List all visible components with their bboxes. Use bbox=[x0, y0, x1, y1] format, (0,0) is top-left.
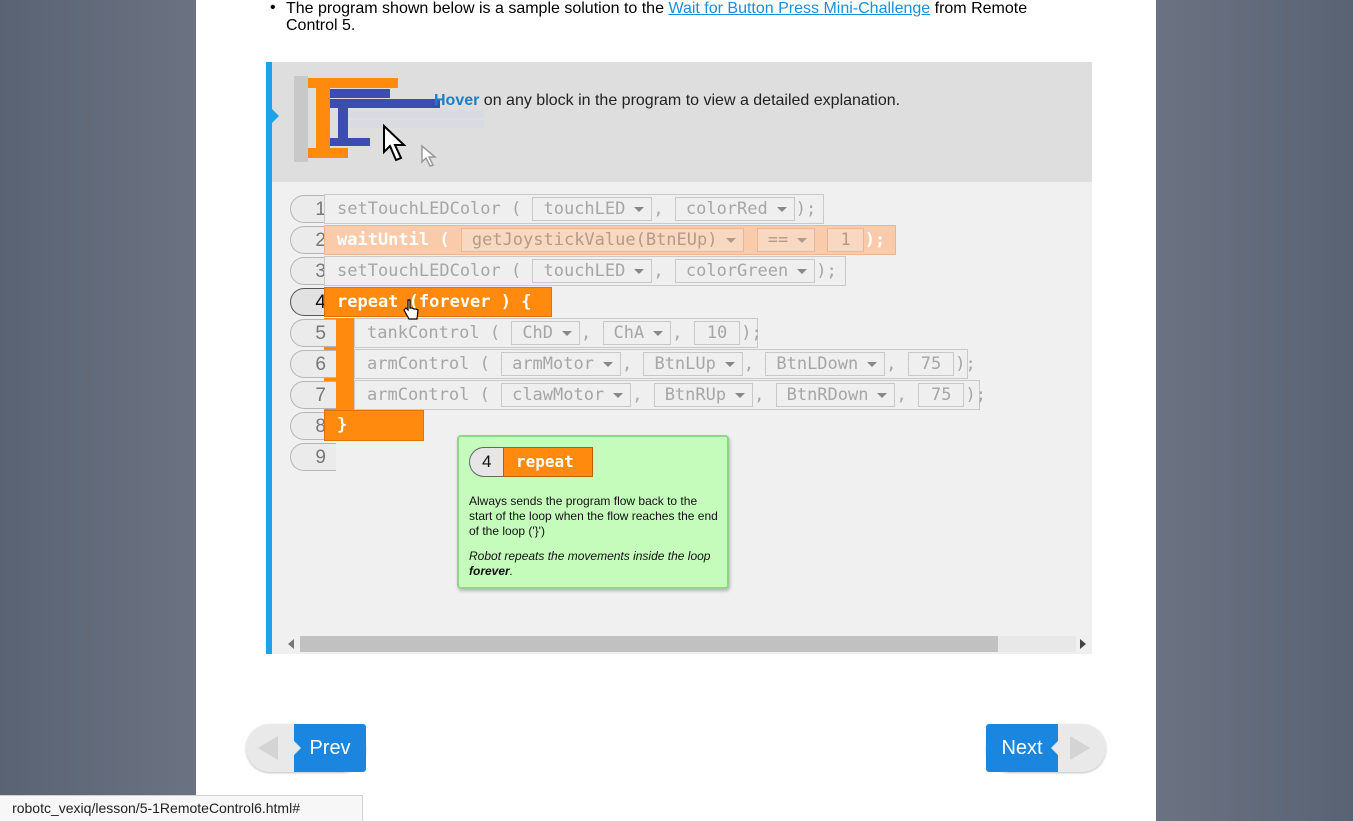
repeat-block[interactable]: repeat (forever ) { bbox=[324, 287, 552, 317]
next-button[interactable]: Next bbox=[986, 724, 1108, 774]
set-touch-led-color-block[interactable]: setTouchLEDColor ( touchLED, colorRed); bbox=[324, 194, 824, 224]
button-down-dropdown[interactable]: BtnLDown bbox=[765, 352, 886, 376]
speed-field[interactable]: 75 bbox=[917, 383, 965, 407]
function-name: setTouchLEDColor ( bbox=[337, 261, 522, 281]
line-number: 6 bbox=[290, 350, 336, 378]
block-explanation-tooltip: 4 repeat Always sends the program flow b… bbox=[457, 435, 729, 589]
wait-until-block[interactable]: waitUntil ( getJoystickValue(BtnEUp) == … bbox=[324, 225, 896, 255]
closing-brace: } bbox=[337, 415, 348, 435]
next-arrow-icon bbox=[1070, 736, 1090, 760]
speed-field[interactable]: 75 bbox=[907, 352, 955, 376]
function-name: repeat (forever ) { bbox=[337, 292, 532, 312]
tooltip-description: Always sends the program flow back to th… bbox=[469, 494, 718, 538]
program-thumbnail-icon bbox=[294, 76, 484, 167]
hover-instruction-text: Hover on any block in the program to vie… bbox=[434, 92, 900, 110]
port-dropdown[interactable]: touchLED bbox=[532, 259, 653, 283]
banner-arrow-icon bbox=[272, 109, 279, 123]
arm-control-block[interactable]: armControl ( clawMotor, BtnRUp, BtnRDown… bbox=[354, 380, 986, 410]
prev-button-label[interactable]: Prev bbox=[294, 724, 366, 772]
motor-dropdown[interactable]: armMotor bbox=[501, 352, 621, 376]
statement-end: ); bbox=[741, 323, 762, 343]
tank-control-block[interactable]: tankControl ( ChD, ChA, 10); bbox=[354, 318, 762, 348]
mini-challenge-link[interactable]: Wait for Button Press Mini-Challenge bbox=[668, 0, 930, 17]
tooltip-block-name: repeat bbox=[503, 447, 593, 477]
color-dropdown[interactable]: colorGreen bbox=[674, 259, 816, 283]
function-name: setTouchLEDColor ( bbox=[337, 199, 522, 219]
channel-dropdown[interactable]: ChD bbox=[511, 321, 581, 345]
button-up-dropdown[interactable]: BtnRUp bbox=[653, 383, 754, 407]
prev-button[interactable]: Prev bbox=[246, 724, 368, 774]
tooltip-note-suffix: . bbox=[509, 564, 514, 578]
button-down-dropdown[interactable]: BtnRDown bbox=[775, 383, 896, 407]
bullet-dot: • bbox=[270, 0, 276, 16]
condition-dropdown[interactable]: getJoystickValue(BtnEUp) bbox=[460, 228, 745, 252]
port-dropdown[interactable]: touchLED bbox=[532, 197, 653, 221]
scroll-left-arrow-icon[interactable] bbox=[288, 639, 294, 649]
prev-arrow-icon bbox=[258, 736, 278, 760]
line-number: 5 bbox=[290, 319, 336, 347]
tooltip-note-prefix: Robot repeats the movements inside the l… bbox=[469, 549, 711, 563]
statement-end: ); bbox=[816, 261, 837, 281]
line-number: 7 bbox=[290, 381, 336, 409]
program-widget: Hover on any block in the program to vie… bbox=[266, 62, 1092, 654]
lesson-page: • The program shown below is a sample so… bbox=[196, 0, 1156, 821]
hover-instruction-banner: Hover on any block in the program to vie… bbox=[272, 62, 1092, 182]
set-touch-led-color-block[interactable]: setTouchLEDColor ( touchLED, colorGreen)… bbox=[324, 256, 846, 286]
background-left bbox=[0, 0, 196, 821]
function-name: waitUntil ( bbox=[337, 230, 450, 250]
hover-instruction-rest: on any block in the program to view a de… bbox=[479, 92, 901, 109]
bullet-text-prefix: The program shown below is a sample solu… bbox=[286, 0, 664, 17]
line-number: 9 bbox=[290, 443, 336, 471]
statement-end: ); bbox=[795, 199, 817, 219]
tooltip-note: Robot repeats the movements inside the l… bbox=[469, 549, 721, 579]
value-field[interactable]: 10 bbox=[693, 321, 741, 345]
horizontal-scrollbar[interactable] bbox=[284, 634, 1092, 654]
arm-control-block[interactable]: armControl ( armMotor, BtnLUp, BtnLDown,… bbox=[354, 349, 976, 379]
lesson-bullet: • The program shown below is a sample so… bbox=[270, 0, 1066, 34]
button-up-dropdown[interactable]: BtnLUp bbox=[643, 352, 743, 376]
tooltip-note-keyword: forever bbox=[469, 564, 510, 578]
statement-end: ); bbox=[965, 385, 986, 405]
browser-status-bar: robotc_vexiq/lesson/5-1RemoteControl6.ht… bbox=[0, 795, 363, 821]
function-name: armControl ( bbox=[367, 354, 490, 374]
statement-end: ); bbox=[955, 354, 976, 374]
operator-dropdown[interactable]: == bbox=[756, 228, 816, 252]
scroll-thumb[interactable] bbox=[300, 636, 998, 652]
hover-keyword: Hover bbox=[434, 92, 480, 109]
hand-cursor-icon bbox=[403, 299, 419, 320]
background-right bbox=[1156, 0, 1353, 821]
color-dropdown[interactable]: colorRed bbox=[674, 197, 795, 221]
value-field[interactable]: 1 bbox=[827, 228, 864, 252]
next-button-label[interactable]: Next bbox=[986, 724, 1058, 772]
status-url: robotc_vexiq/lesson/5-1RemoteControl6.ht… bbox=[12, 800, 300, 816]
scroll-right-arrow-icon[interactable] bbox=[1080, 639, 1086, 649]
function-name: tankControl ( bbox=[367, 323, 501, 343]
repeat-loop-end[interactable]: } bbox=[324, 410, 424, 441]
motor-dropdown[interactable]: clawMotor bbox=[501, 383, 632, 407]
function-name: armControl ( bbox=[367, 385, 490, 405]
channel-dropdown[interactable]: ChA bbox=[602, 321, 672, 345]
statement-end: ); bbox=[864, 230, 886, 250]
